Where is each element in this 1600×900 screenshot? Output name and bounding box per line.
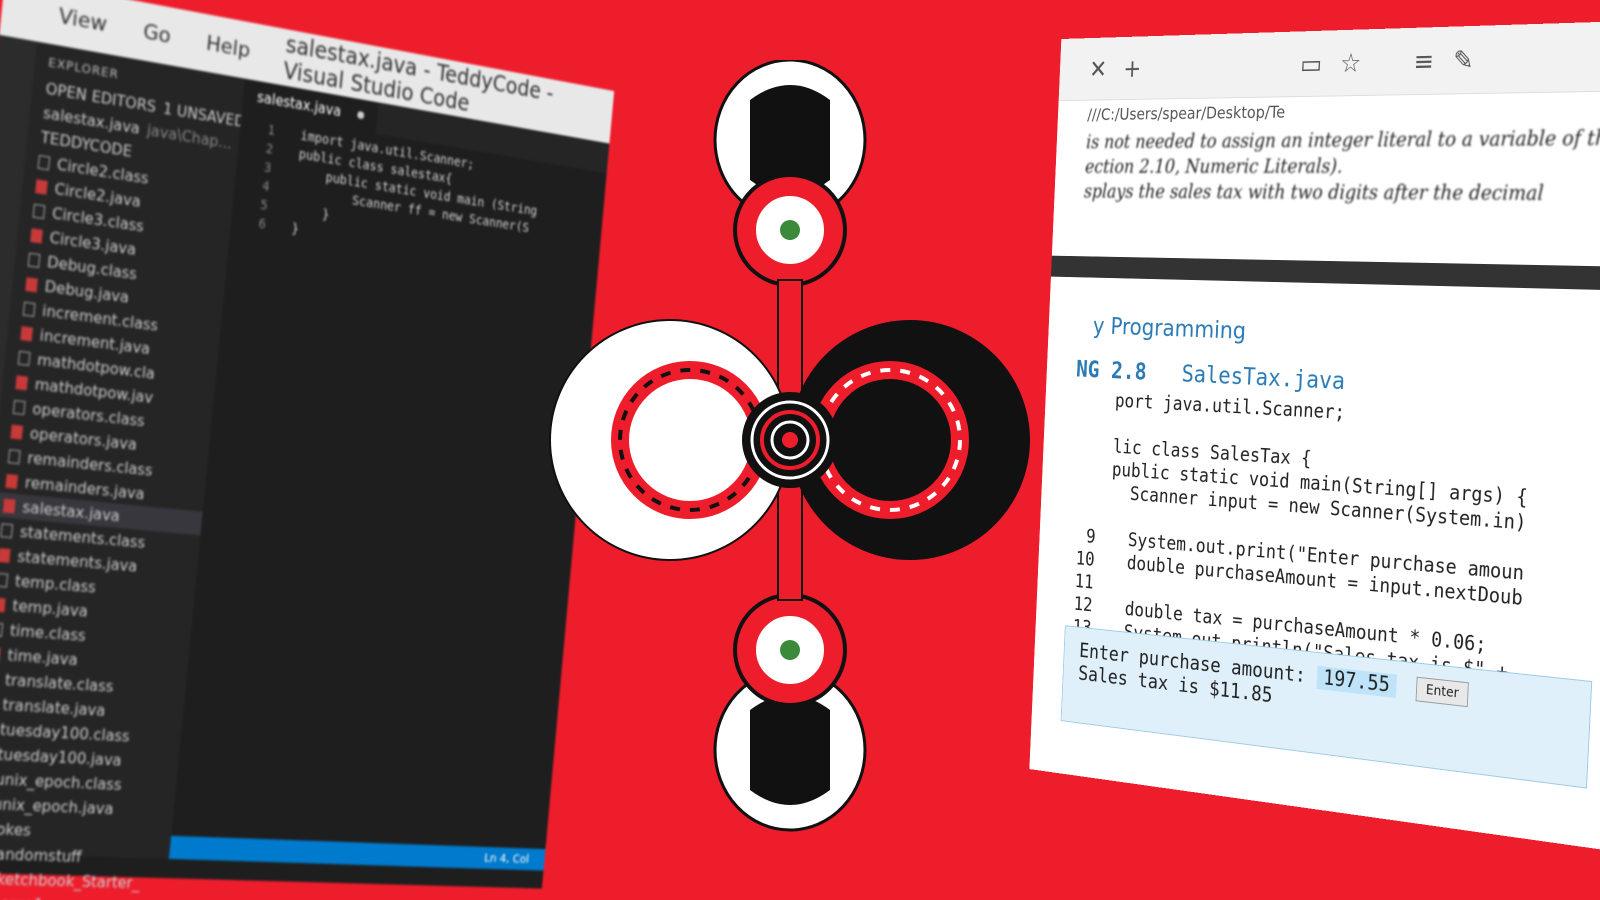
pdf-text-line: splays the sales tax with two digits aft…	[1054, 179, 1600, 208]
class-file-icon	[18, 350, 31, 365]
java-file-icon	[25, 277, 38, 292]
listing-line-number	[1074, 427, 1101, 429]
class-file-icon	[28, 252, 41, 267]
java-file-icon	[30, 228, 43, 243]
listing-line-number	[1073, 450, 1100, 452]
menu-go[interactable]: Go	[142, 19, 172, 48]
java-file-icon	[5, 473, 18, 488]
file-label: tuesday100.class	[0, 720, 131, 746]
fractal-art	[540, 60, 1040, 840]
class-file-icon	[38, 154, 51, 169]
folder-label: theme1	[0, 894, 44, 900]
java-file-icon	[20, 326, 33, 341]
listing-line-number	[1075, 404, 1102, 405]
file-label: unix_epoch.java	[0, 794, 114, 818]
java-file-icon	[3, 498, 16, 513]
listing-line-number	[1071, 495, 1098, 497]
menu-help[interactable]: Help	[205, 31, 251, 63]
file-label: translate.class	[4, 670, 114, 695]
class-file-icon	[0, 572, 8, 587]
menu-view[interactable]: View	[58, 4, 109, 37]
class-file-icon	[23, 301, 36, 316]
folder-label: randomstuff	[0, 844, 82, 866]
java-file-icon	[10, 424, 23, 439]
listing-line-number: 9	[1068, 524, 1096, 547]
new-tab-icon[interactable]: +	[1123, 53, 1142, 83]
class-file-icon	[13, 399, 26, 414]
file-label: tuesday100.java	[0, 745, 123, 770]
file-label: temp.java	[12, 596, 89, 620]
status-bar: Ln 4, Col	[169, 836, 546, 871]
vscode-window: View Go Help salestax.java - TeddyCode -…	[0, 0, 614, 889]
web-note-icon[interactable]: ✎	[1452, 44, 1474, 76]
folder-label: Sketchbook_Starter_	[0, 869, 141, 892]
java-file-icon	[15, 375, 28, 390]
pdf-paragraph: is not needed to assign an integer liter…	[1054, 123, 1600, 207]
class-file-icon	[0, 523, 13, 538]
reading-view-icon[interactable]: ▭	[1300, 48, 1323, 79]
java-file-icon	[0, 647, 1, 662]
java-file-icon	[0, 548, 11, 563]
class-file-icon	[0, 622, 3, 637]
hub-icon[interactable]: ≡	[1413, 45, 1435, 77]
listing-code-text	[1110, 504, 1111, 525]
java-file-icon	[0, 597, 6, 612]
listing-code-text	[1114, 413, 1115, 434]
listing-code-text	[1106, 573, 1107, 594]
file-label: temp.class	[14, 571, 97, 596]
fractal-bottom-lobe	[715, 595, 865, 830]
class-file-icon	[33, 203, 46, 218]
page-divider	[1051, 256, 1600, 292]
favorite-star-icon[interactable]: ☆	[1340, 47, 1362, 78]
code-text: }	[291, 221, 300, 237]
class-file-icon	[8, 449, 21, 464]
listing-line-number	[1072, 473, 1099, 475]
listing-line-number: 11	[1066, 569, 1094, 593]
browser-toolbar: ✕ + ▭ ☆ ≡ ✎	[1059, 19, 1600, 101]
file-label: time.java	[7, 646, 79, 669]
listing-line-number	[1070, 518, 1097, 520]
line-number: 1	[240, 118, 276, 139]
pdf-text-line: ection 2.10, Numeric Literals).	[1055, 152, 1600, 180]
java-file-icon	[35, 179, 48, 194]
unsaved-dot-icon	[357, 111, 364, 120]
close-tab-icon[interactable]: ✕	[1089, 54, 1108, 84]
cursor-position[interactable]: Ln 4, Col	[484, 851, 530, 866]
listing-line-number: 12	[1065, 592, 1093, 616]
folder-tree: jokes randomstuff Sketchbook_Starter_theme…	[0, 815, 172, 900]
listing-line-number: 10	[1067, 547, 1095, 570]
fractal-top-lobe	[715, 60, 865, 285]
folder-label: jokes	[0, 819, 32, 839]
file-label: translate.java	[2, 695, 107, 720]
collage: View Go Help salestax.java - TeddyCode -…	[0, 0, 1600, 900]
fractal-center-spiral	[742, 392, 838, 488]
pdf-viewer-window: ✕ + ▭ ☆ ≡ ✎ ///C:/Users/spear/Desktop/Te…	[1029, 19, 1600, 858]
file-label: time.class	[9, 621, 87, 645]
folder-item[interactable]: Sketchbook_Starter_	[0, 865, 168, 895]
file-label: unix_epoch.class	[0, 770, 122, 794]
